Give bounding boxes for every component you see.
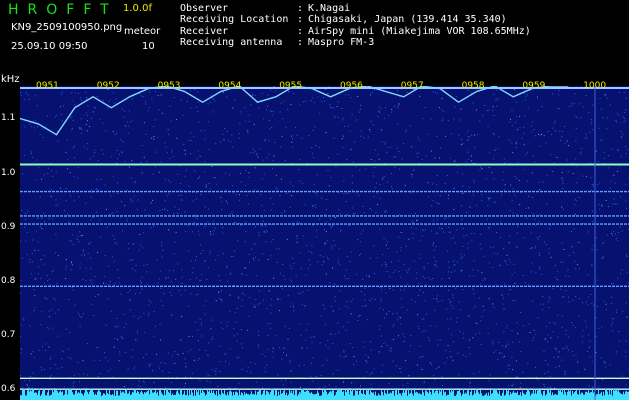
x-tick-label: 1000 — [583, 81, 607, 91]
x-tick-label: 0953 — [157, 81, 181, 91]
receiver-value: AirSpy mini (Miakejima VOR 108.65MHz) — [308, 26, 531, 37]
y-tick-label: 0.7 — [1, 330, 16, 341]
y-tick-label: 0.6 — [1, 384, 16, 395]
receiver-colon: : — [297, 26, 304, 37]
location-label: Receiving Location — [180, 14, 289, 25]
y-tick-label: 0.8 — [1, 275, 16, 286]
count-label: 10 — [142, 41, 155, 52]
spectrogram-plot — [20, 86, 629, 400]
x-tick-label: 0956 — [340, 81, 363, 91]
observer-label: Observer — [180, 3, 229, 14]
observer-colon: : — [297, 3, 304, 14]
observer-value: K.Nagai — [308, 3, 351, 14]
receiver-label: Receiver — [180, 26, 229, 37]
x-tick-label: 0958 — [461, 81, 485, 91]
y-tick-label: 1.1 — [1, 113, 16, 124]
x-tick-label: 0951 — [36, 81, 59, 91]
antenna-value: Maspro FM-3 — [308, 37, 375, 48]
antenna-label: Receiving antenna — [180, 37, 283, 48]
x-tick-label: 0957 — [400, 81, 424, 91]
location-colon: : — [297, 14, 304, 25]
meteor-echo-trace — [20, 86, 569, 136]
antenna-colon: : — [297, 37, 304, 48]
header-panel: HROFFT 1.0.0f KN9_2509100950.png meteor … — [0, 0, 629, 74]
datetime-label: 25.09.10 09:50 — [11, 41, 88, 52]
y-tick-label: 1.0 — [1, 167, 16, 178]
location-value: Chigasaki, Japan (139.414 35.340) — [308, 14, 507, 25]
user-command-label: meteor — [124, 26, 161, 37]
x-tick-label: 0955 — [279, 81, 303, 91]
y-tick-label: 0.9 — [1, 221, 16, 232]
x-tick-label: 0952 — [96, 81, 120, 91]
x-tick-label: 0954 — [218, 81, 242, 91]
app-title: HROFFT — [8, 2, 118, 18]
spectrogram-svg — [20, 86, 629, 400]
file-name: KN9_2509100950.png — [11, 22, 123, 33]
y-axis-unit: kHz — [1, 74, 20, 85]
x-tick-label: 0959 — [522, 81, 546, 91]
noise-layer — [20, 86, 629, 400]
version-label: 1.0.0f — [123, 3, 152, 14]
